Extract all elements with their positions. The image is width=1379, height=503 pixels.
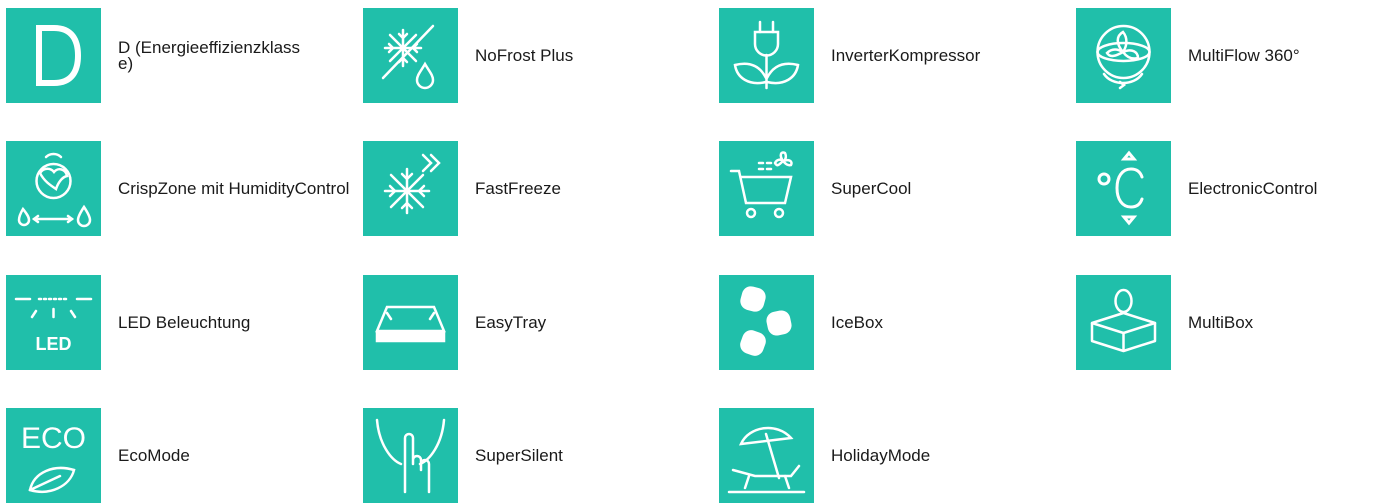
feature-supersilent: SuperSilent — [363, 408, 723, 503]
multiflow-fan-icon — [1096, 24, 1151, 90]
icebox-icon — [740, 286, 792, 356]
multibox-egg-icon — [1090, 288, 1157, 353]
inverter-compressor-icon — [733, 20, 800, 90]
electronic-control-celsius-icon — [1097, 150, 1144, 226]
feature-label: IceBox — [831, 312, 883, 332]
feature-label: InverterKompressor — [831, 45, 981, 65]
feature-nofrost: NoFrost Plus — [363, 8, 723, 103]
feature-label: D (Energieeffizienzklasse) — [118, 37, 301, 73]
feature-tile — [363, 141, 458, 236]
feature-tile — [363, 8, 458, 103]
feature-label: NoFrost Plus — [475, 45, 574, 65]
feature-label: SuperCool — [831, 178, 912, 198]
supercool-cart-icon — [729, 151, 793, 219]
feature-tile — [363, 275, 458, 370]
feature-tile — [363, 408, 458, 503]
feature-tile — [1076, 275, 1171, 370]
feature-label: FastFreeze — [475, 178, 561, 198]
feature-tile — [1076, 141, 1171, 236]
feature-grid: D (Energieeffizienzklasse) NoFrost Plus — [6, 8, 1379, 503]
feature-multiflow: MultiFlow 360° — [1076, 8, 1379, 103]
feature-holidaymode: HolidayMode — [719, 408, 1079, 503]
feature-tile — [6, 8, 101, 103]
feature-label: EcoMode — [118, 445, 190, 465]
ecomode-leaf-icon: ECO — [21, 422, 86, 493]
svg-text:LED: LED — [36, 334, 72, 354]
feature-tile — [6, 141, 101, 236]
feature-label: LED Beleuchtung — [118, 312, 251, 332]
feature-fastfreeze: FastFreeze — [363, 141, 723, 236]
feature-inverter: InverterKompressor — [719, 8, 1079, 103]
holidaymode-umbrella-icon — [727, 426, 806, 494]
feature-supercool: SuperCool — [719, 141, 1079, 236]
feature-tile — [719, 8, 814, 103]
feature-tile — [719, 408, 814, 503]
fastfreeze-snowflake-icon — [383, 153, 441, 215]
crispzone-humidity-icon — [17, 152, 92, 228]
led-light-icon: LED — [14, 297, 93, 354]
feature-multibox: MultiBox — [1076, 275, 1379, 370]
feature-icebox: IceBox — [719, 275, 1079, 370]
feature-label: CrispZone mit HumidityControl — [118, 178, 350, 198]
feature-label: SuperSilent — [475, 445, 563, 465]
feature-tile — [1076, 8, 1171, 103]
feature-energy-class: D (Energieeffizienzklasse) — [6, 8, 366, 103]
feature-tile — [719, 275, 814, 370]
svg-text:ECO: ECO — [21, 422, 86, 455]
feature-electronic-control: ElectronicControl — [1076, 141, 1379, 236]
feature-label: ElectronicControl — [1188, 178, 1318, 198]
feature-led: LED LED Beleuchtung — [6, 275, 366, 370]
feature-label: MultiFlow 360° — [1188, 45, 1300, 65]
nofrost-icon — [381, 24, 435, 90]
feature-tile — [719, 141, 814, 236]
feature-tile: LED — [6, 275, 101, 370]
feature-tile: ECO — [6, 408, 101, 503]
feature-crispzone: CrispZone mit HumidityControl — [6, 141, 366, 236]
energy-class-d-icon — [36, 25, 82, 86]
easytray-icon — [375, 305, 446, 343]
feature-ecomode: ECO EcoMode — [6, 408, 366, 503]
feature-easytray: EasyTray — [363, 275, 723, 370]
feature-label: EasyTray — [475, 312, 547, 332]
supersilent-finger-icon — [375, 418, 446, 494]
feature-label: MultiBox — [1188, 312, 1254, 332]
feature-label: HolidayMode — [831, 445, 931, 465]
